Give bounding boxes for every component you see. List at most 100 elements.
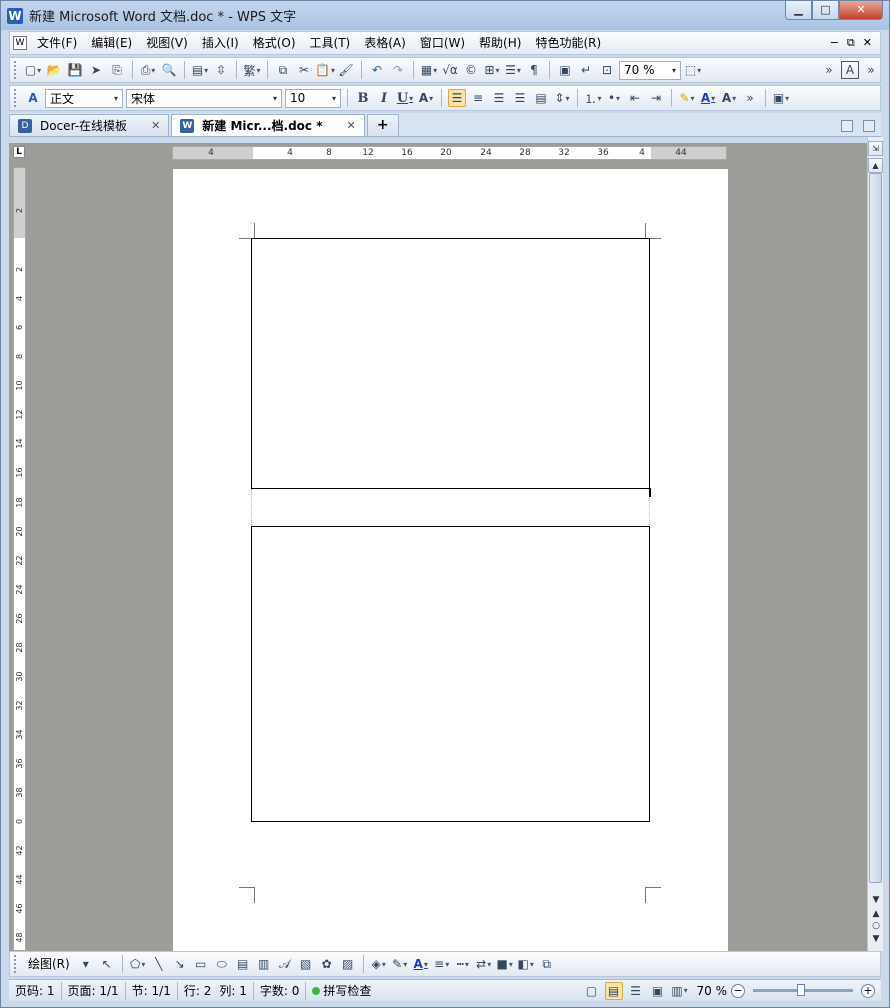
tab-layout-icon[interactable] <box>863 120 875 132</box>
browse-object-icon[interactable]: ○ <box>869 921 883 933</box>
close-button[interactable]: ✕ <box>839 1 883 20</box>
export-pdf-icon[interactable]: ⎘ <box>108 61 126 79</box>
toolbar-grip[interactable] <box>14 61 18 79</box>
font-color-icon[interactable]: A <box>699 89 717 107</box>
select-objects-icon[interactable]: ↖ <box>98 955 116 973</box>
font-size-select[interactable]: 10 ▾ <box>285 88 341 108</box>
chevron-down-icon[interactable]: ▾ <box>328 90 340 107</box>
formula-icon[interactable]: √α <box>441 61 459 79</box>
columns-icon[interactable]: ☰ <box>504 61 522 79</box>
font-color-icon[interactable]: A <box>412 955 430 973</box>
format-painter-icon[interactable]: 🖌 <box>337 61 355 79</box>
document-map-icon[interactable]: ▣ <box>556 61 574 79</box>
zoom-select[interactable]: 70 % ▾ <box>619 60 681 80</box>
task-pane-icon[interactable]: ▣ <box>772 89 790 107</box>
previous-page-icon[interactable]: ▲ <box>869 909 883 921</box>
tab-stop-selector[interactable]: L <box>13 146 25 158</box>
vertical-ruler[interactable]: 2 2 4 6 8 10 12 14 16 18 20 22 24 26 28 30 32 34 36 38 0 42 44… <box>13 167 26 951</box>
tab-current-document[interactable]: W 新建 Micr...档.doc * ✕ <box>171 114 365 136</box>
grow-font-icon[interactable]: A <box>720 89 738 107</box>
toolbar-overflow-icon[interactable]: » <box>820 61 838 79</box>
line-style-icon[interactable]: ≡ <box>433 955 451 973</box>
vertical-scrollbar[interactable]: ⇲ ▲ ▼ ▲ ○ ▼ <box>867 137 883 951</box>
zoom-slider[interactable] <box>753 984 853 996</box>
toolbar-grip[interactable] <box>14 955 18 973</box>
scroll-down-icon[interactable]: ▼ <box>869 895 883 907</box>
open-folder-icon[interactable]: 📂 <box>45 61 63 79</box>
insert-picture-icon[interactable]: ▧ <box>297 955 315 973</box>
maximize-button[interactable]: □ <box>812 1 839 20</box>
menu-table[interactable]: 表格(A) <box>357 32 413 54</box>
copy-icon[interactable]: ⧉ <box>274 61 292 79</box>
insert-object-icon[interactable]: ⬚ <box>684 61 702 79</box>
align-left-icon[interactable]: ☰ <box>448 89 466 107</box>
doc-restore-button[interactable]: ⧉ <box>847 36 855 50</box>
new-document-icon[interactable]: ▢ <box>24 61 42 79</box>
styles-and-formatting-icon[interactable]: A <box>24 89 42 107</box>
save-icon[interactable]: 💾 <box>66 61 84 79</box>
clip-art-icon[interactable]: ✿ <box>318 955 336 973</box>
print-layout-icon[interactable]: ▤ <box>604 981 623 1000</box>
cut-icon[interactable]: ✂ <box>295 61 313 79</box>
print-icon[interactable]: ⎙ <box>139 61 157 79</box>
autoshapes-icon[interactable]: ⬠ <box>129 955 147 973</box>
tab-docer-templates[interactable]: D Docer-在线模板 ✕ <box>9 114 170 136</box>
chevron-down-icon[interactable]: ▾ <box>668 62 680 79</box>
text-box-icon[interactable]: A <box>841 61 859 79</box>
bullets-icon[interactable]: • <box>605 89 623 107</box>
decrease-indent-icon[interactable]: ⇤ <box>626 89 644 107</box>
spellcheck-toggle[interactable]: 拼写检查 <box>306 982 377 999</box>
status-word-count[interactable]: 字数: 0 <box>254 981 307 1000</box>
page-view-icon[interactable]: ▢ <box>583 982 601 1000</box>
next-page-icon[interactable]: ▼ <box>869 934 883 946</box>
menu-format[interactable]: 格式(O) <box>246 32 303 54</box>
toolbar-overflow-icon[interactable]: » <box>741 89 759 107</box>
text-box-icon[interactable]: ▤ <box>234 955 252 973</box>
zoom-icon[interactable]: ⊡ <box>598 61 616 79</box>
send-mail-icon[interactable]: ➤ <box>87 61 105 79</box>
zoom-out-button[interactable]: − <box>731 983 745 998</box>
tab-close-icon[interactable]: ✕ <box>346 119 355 132</box>
3d-style-icon[interactable]: ◧ <box>517 955 535 973</box>
chevron-down-icon[interactable]: ▾ <box>110 90 122 107</box>
page-break-icon[interactable]: ⇳ <box>212 61 230 79</box>
paste-icon[interactable]: 📋 <box>315 61 334 79</box>
highlight-icon[interactable]: ✎ <box>678 89 696 107</box>
table-grid-icon[interactable]: ⊞ <box>483 61 501 79</box>
line-color-icon[interactable]: ✎ <box>391 955 409 973</box>
bold-button[interactable]: B <box>354 89 372 107</box>
rectangle-icon[interactable]: ▭ <box>192 955 210 973</box>
text-frame-bottom[interactable] <box>251 526 650 822</box>
toolbar-overflow-icon-2[interactable]: » <box>862 61 880 79</box>
menu-tools[interactable]: 工具(T) <box>303 32 358 54</box>
split-view-icon[interactable]: ⇲ <box>868 141 883 156</box>
arrow-icon[interactable]: ↘ <box>171 955 189 973</box>
reading-view-icon[interactable]: ▥ <box>671 982 689 1000</box>
insert-chart-icon[interactable]: ▨ <box>339 955 357 973</box>
align-right-icon[interactable]: ☰ <box>490 89 508 107</box>
redo-icon[interactable]: ↷ <box>389 61 407 79</box>
line-icon[interactable]: ╲ <box>150 955 168 973</box>
justify-icon[interactable]: ☰ <box>511 89 529 107</box>
show-marks-icon[interactable]: ¶ <box>525 61 543 79</box>
doc-minimize-button[interactable]: − <box>830 36 839 50</box>
chevron-down-icon[interactable]: ▾ <box>77 955 95 973</box>
chevron-down-icon[interactable]: ▾ <box>269 90 281 107</box>
doc-close-button[interactable]: ✕ <box>863 36 872 50</box>
traditional-chinese-icon[interactable]: 繁 <box>243 61 261 79</box>
numbering-icon[interactable]: ⒈ <box>584 89 602 107</box>
document-page[interactable] <box>173 169 728 951</box>
menu-edit[interactable]: 编辑(E) <box>84 32 139 54</box>
web-view-icon[interactable]: ▣ <box>649 982 667 1000</box>
dash-style-icon[interactable]: ┅ <box>454 955 472 973</box>
fill-color-icon[interactable]: ◈ <box>370 955 388 973</box>
increase-indent-icon[interactable]: ⇥ <box>647 89 665 107</box>
font-effects-icon[interactable]: A <box>417 89 435 107</box>
page-setup-icon[interactable]: ▤ <box>191 61 209 79</box>
print-preview-icon[interactable]: 🔍 <box>160 61 178 79</box>
arrow-style-icon[interactable]: ⇄ <box>475 955 493 973</box>
distributed-align-icon[interactable]: ▤ <box>532 89 550 107</box>
insert-table-icon[interactable]: ▦ <box>420 61 438 79</box>
tab-list-icon[interactable] <box>841 120 853 132</box>
symbol-icon[interactable]: © <box>462 61 480 79</box>
